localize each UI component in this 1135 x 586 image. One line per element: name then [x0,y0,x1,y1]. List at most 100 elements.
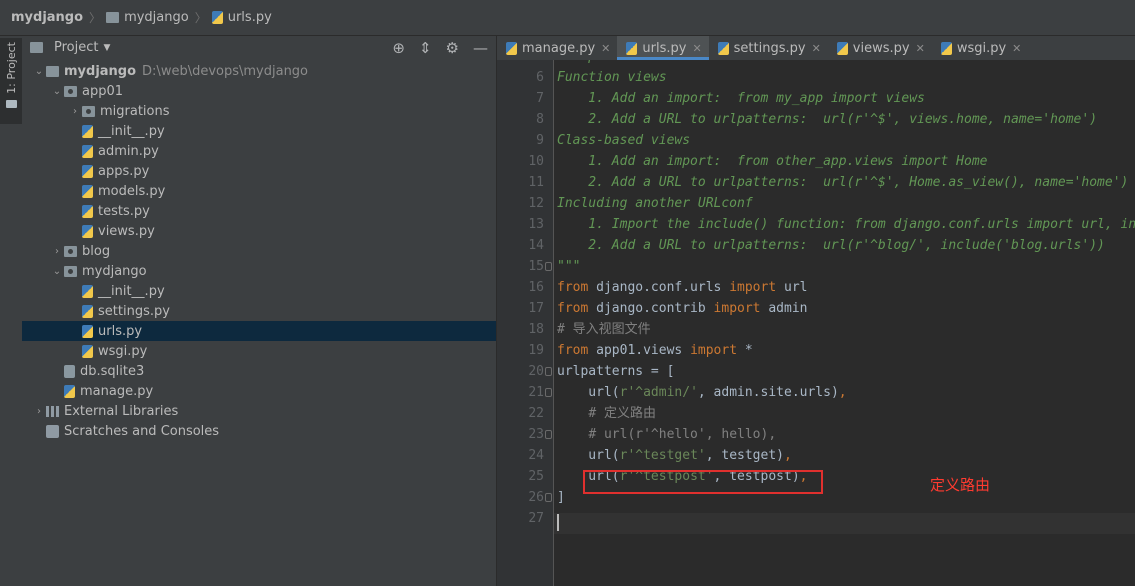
breadcrumb-file-label: urls.py [227,10,272,25]
close-icon[interactable]: ✕ [916,42,925,55]
code-line: urlpatterns = [ [557,364,675,379]
code-line: """ [557,259,581,274]
close-icon[interactable]: ✕ [812,42,821,55]
tree-item[interactable]: settings.py [22,301,496,321]
tree-item[interactable]: › migrations [22,101,496,121]
code-line: 2. Add a URL to urlpatterns: url(r'^blog… [557,238,1105,253]
code-line: 2. Add a URL to urlpatterns: url(r'^$', … [557,175,1129,190]
code-line: url(r'^testget', testget), [557,448,792,463]
fold-marker-icon[interactable] [545,367,552,376]
tree-item[interactable]: › External Libraries [22,401,496,421]
tree-item[interactable]: › blog [22,241,496,261]
python-file-icon [626,41,638,55]
tree-item[interactable]: ⌄ mydjango [22,261,496,281]
tree-item[interactable]: urls.py [22,321,496,341]
code-area[interactable]: Examples: Function views 1. Add an import… [557,60,1135,586]
tab-label: manage.py [522,40,596,56]
scratch-icon [46,424,59,438]
editor-tab[interactable]: manage.py ✕ [497,36,617,60]
chevron-down-icon[interactable]: ⌄ [50,86,64,97]
tree-item[interactable]: models.py [22,181,496,201]
editor-tab[interactable]: wsgi.py ✕ [932,36,1029,60]
project-view-selector[interactable]: Project [54,40,98,55]
tree-item[interactable]: wsgi.py [22,341,496,361]
line-number: 10 [528,154,544,169]
code-line: Function views [557,70,667,85]
tree-item-label: urls.py [98,323,143,339]
tree-item-label: External Libraries [64,403,179,419]
project-tool-window-button[interactable]: 1: Project [0,38,22,124]
editor-tabs: manage.py ✕ urls.py ✕ settings.py ✕ views.py ✕ w… [497,36,1135,60]
line-number: 18 [528,322,544,337]
tree-item-label: apps.py [98,163,150,179]
chevron-down-icon[interactable]: ⌄ [50,266,64,277]
editor-tab[interactable]: urls.py ✕ [617,36,709,60]
tree-item[interactable]: apps.py [22,161,496,181]
collapse-all-icon[interactable]: ⇕ [419,39,432,57]
locate-icon[interactable]: ⊕ [392,39,405,57]
line-number: 16 [528,280,544,295]
tree-item[interactable]: __init__.py [22,121,496,141]
tree-item-label: db.sqlite3 [80,363,145,379]
tree-item[interactable]: tests.py [22,201,496,221]
line-number: 11 [528,175,544,190]
tree-item[interactable]: Scratches and Consoles [22,421,496,441]
gear-icon[interactable]: ⚙ [446,39,459,57]
python-file-icon [836,41,848,55]
python-file-icon [82,344,93,358]
line-number: 17 [528,301,544,316]
tree-item-label: mydjango [64,63,137,79]
project-view-icon [30,42,43,53]
fold-marker-icon[interactable] [545,262,552,271]
fold-marker-icon[interactable] [545,493,552,502]
tree-item[interactable]: ⌄ app01 [22,81,496,101]
close-icon[interactable]: ✕ [1012,42,1021,55]
chevron-right-icon[interactable]: › [32,406,46,417]
project-tool-label: 1: Project [4,42,18,94]
python-file-icon [82,224,93,238]
code-line: 1. Import the include() function: from d… [557,217,1135,232]
editor-tab[interactable]: settings.py ✕ [709,36,828,60]
python-file-icon [82,164,93,178]
line-number: 27 [528,511,544,526]
tree-item[interactable]: admin.py [22,141,496,161]
annotation-label: 定义路由 [930,476,991,494]
tree-item[interactable]: __init__.py [22,281,496,301]
library-icon [46,405,59,417]
breadcrumb-file[interactable]: urls.py [211,10,272,25]
code-line: # url(r'^hello', hello), [588,427,777,442]
code-line: from app01.views import * [557,343,753,358]
fold-marker-icon[interactable] [545,430,552,439]
breadcrumb-folder[interactable]: mydjango [106,10,189,25]
chevron-right-icon[interactable]: › [50,246,64,257]
package-folder-icon [64,85,77,97]
tab-label: wsgi.py [956,40,1007,56]
line-number: 5 [536,60,544,67]
tree-item-label: settings.py [98,303,170,319]
close-icon[interactable]: ✕ [601,42,610,55]
tree-item[interactable]: views.py [22,221,496,241]
close-icon[interactable]: ✕ [692,42,701,55]
tree-item[interactable]: ⌄ mydjango D:\web\devops\mydjango [22,61,496,81]
python-file-icon [82,324,93,338]
tree-item[interactable]: db.sqlite3 [22,361,496,381]
code-line: # 导入视图文件 [557,322,651,337]
breadcrumb-project[interactable]: mydjango [11,10,83,25]
tab-label: urls.py [642,40,687,56]
hide-panel-icon[interactable]: — [473,39,488,57]
code-line: 1. Add an import: from my_app import vie… [557,91,925,106]
tab-label: settings.py [733,40,806,56]
code-line: url(r'^admin/', admin.site.urls), [557,385,847,400]
code-line: from django.contrib import admin [557,301,808,316]
chevron-down-icon[interactable]: ▼ [103,43,110,53]
tree-item[interactable]: manage.py [22,381,496,401]
chevron-right-icon[interactable]: › [68,106,82,117]
line-number: 21 [528,385,544,400]
fold-marker-icon[interactable] [545,388,552,397]
tree-item-label: manage.py [80,383,154,399]
editor-tab[interactable]: views.py ✕ [828,36,932,60]
chevron-down-icon[interactable]: ⌄ [32,66,46,77]
text-caret [557,514,559,531]
code-line: ] [557,490,565,505]
line-number: 24 [528,448,544,463]
